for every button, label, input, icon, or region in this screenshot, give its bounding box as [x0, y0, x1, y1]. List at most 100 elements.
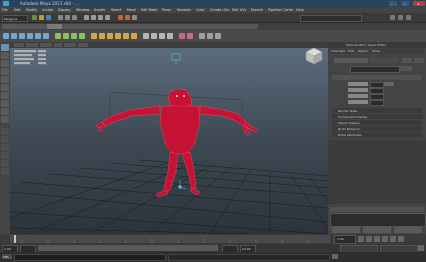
channel-box-menu-object[interactable]: Object — [358, 49, 368, 53]
shelf-tab-paintfx[interactable] — [137, 24, 153, 29]
menu-edit-uvs[interactable]: Edit UVs — [232, 8, 246, 12]
harden-edge-icon[interactable] — [215, 33, 221, 39]
rotate-tool-icon[interactable] — [1, 76, 9, 83]
go-to-start-button[interactable] — [358, 236, 364, 242]
attr-slider-divisions[interactable] — [384, 82, 394, 86]
hypershade-layout-icon[interactable] — [1, 160, 9, 167]
open-scene-icon[interactable] — [39, 15, 44, 20]
script-editor-icon[interactable] — [332, 254, 338, 259]
insert-edge-loop-icon[interactable] — [123, 33, 129, 39]
menu-display[interactable]: Display — [58, 8, 71, 12]
time-slider[interactable]: 1.00 — [0, 234, 426, 244]
select-tool-icon[interactable] — [1, 44, 9, 51]
channel-box-menu-channels[interactable]: Channels — [331, 49, 345, 53]
command-language-toggle[interactable]: MEL — [2, 254, 12, 259]
menu-normals[interactable]: Normals — [177, 8, 191, 12]
snap-grid-icon[interactable] — [84, 15, 89, 20]
node-name-field[interactable] — [350, 66, 400, 73]
ipr-render-icon[interactable] — [125, 15, 130, 20]
snap-curve-icon[interactable] — [91, 15, 96, 20]
persp-outliner-layout-icon[interactable] — [1, 144, 9, 151]
section-object-display[interactable]: Object Display — [332, 120, 422, 125]
red-character-model[interactable] — [95, 88, 259, 198]
shelf-tab-subdivs[interactable] — [62, 24, 78, 29]
attr-field-continuity[interactable] — [370, 100, 384, 106]
range-slider-bar[interactable] — [38, 245, 218, 251]
section-extra-attributes[interactable]: Extra Attributes — [332, 132, 422, 137]
poly-plane-icon[interactable] — [35, 33, 41, 39]
four-view-layout-icon[interactable] — [1, 136, 9, 143]
channel-box-menu-show[interactable]: Show — [372, 49, 380, 53]
step-forward-button[interactable] — [390, 236, 396, 242]
mirror-geometry-icon[interactable] — [199, 33, 205, 39]
append-polygon-icon[interactable] — [107, 33, 113, 39]
shelf-tab-polygons[interactable] — [47, 24, 63, 29]
shelf-tab-dynamics[interactable] — [107, 24, 123, 29]
current-frame-field[interactable]: 1.00 — [334, 235, 356, 244]
spherical-mapping-icon[interactable] — [159, 33, 165, 39]
menu-file[interactable]: File — [2, 8, 8, 12]
poly-torus-icon[interactable] — [43, 33, 49, 39]
minimize-button[interactable]: _ — [389, 1, 397, 6]
split-polygon-icon[interactable] — [115, 33, 121, 39]
smooth-icon[interactable] — [79, 33, 85, 39]
quick-select-field[interactable] — [300, 15, 362, 22]
render-icon[interactable] — [118, 15, 123, 20]
sculpt-tool-icon[interactable] — [179, 33, 185, 39]
close-button[interactable]: × — [413, 1, 425, 6]
automatic-mapping-icon[interactable] — [167, 33, 173, 39]
menu-assets[interactable]: Assets — [94, 8, 105, 12]
offset-edge-loop-icon[interactable] — [131, 33, 137, 39]
universal-manipulator-icon[interactable] — [1, 92, 9, 99]
paint-weights-icon[interactable] — [187, 33, 193, 39]
node-tab-material[interactable] — [370, 58, 398, 63]
snap-point-icon[interactable] — [98, 15, 103, 20]
shelf-tab-curves[interactable] — [17, 24, 33, 29]
shelf-tab-hair[interactable] — [212, 24, 228, 29]
channel-box-menu-edit[interactable]: Edit — [348, 49, 354, 53]
shelf-tab-muscle[interactable] — [167, 24, 183, 29]
shelf-tab-surfaces[interactable] — [32, 24, 48, 29]
notes-field[interactable] — [330, 213, 426, 227]
shelf-tab-fluids[interactable] — [182, 24, 198, 29]
play-backward-button[interactable] — [374, 236, 380, 242]
select-component-icon[interactable] — [72, 15, 77, 20]
node-tab-shape[interactable] — [334, 58, 368, 63]
select-hierarchy-icon[interactable] — [58, 15, 63, 20]
menu-mesh[interactable]: Mesh — [127, 8, 136, 12]
snap-plane-icon[interactable] — [105, 15, 110, 20]
menu-select[interactable]: Select — [111, 8, 121, 12]
section-component-display[interactable]: Component Display — [332, 114, 422, 119]
persp-graph-layout-icon[interactable] — [1, 152, 9, 159]
last-tool-used-icon[interactable] — [1, 116, 9, 123]
menu-window[interactable]: Window — [76, 8, 89, 12]
single-perspective-layout-icon[interactable] — [1, 128, 9, 135]
shelf-tab-general[interactable] — [2, 24, 18, 29]
play-forward-button[interactable] — [382, 236, 388, 242]
separate-icon[interactable] — [63, 33, 69, 39]
section-header-mesh-controls[interactable] — [332, 75, 422, 80]
menu-color[interactable]: Color — [196, 8, 205, 12]
select-object-icon[interactable] — [65, 15, 70, 20]
scale-tool-icon[interactable] — [1, 84, 9, 91]
lasso-tool-icon[interactable] — [1, 52, 9, 59]
extract-icon[interactable] — [71, 33, 77, 39]
render-settings-icon[interactable] — [132, 15, 137, 20]
menu-pipeline-cache[interactable]: Pipeline Cache — [268, 8, 293, 12]
menu-create[interactable]: Create — [42, 8, 53, 12]
menu-edit[interactable]: Edit — [14, 8, 21, 12]
load-attributes-button[interactable] — [363, 227, 391, 233]
show-manipulator-icon[interactable] — [1, 108, 9, 115]
toggle-attribute-editor-icon[interactable] — [390, 15, 395, 20]
planar-mapping-icon[interactable] — [143, 33, 149, 39]
menu-muscle[interactable]: Muscle — [251, 8, 263, 12]
copy-tab-button[interactable] — [394, 227, 422, 233]
show-button[interactable] — [400, 66, 412, 71]
shelf-tab-deformation[interactable] — [77, 24, 93, 29]
shelf-tab-fur[interactable] — [197, 24, 213, 29]
menu-proxy[interactable]: Proxy — [162, 8, 171, 12]
perspective-viewport[interactable] — [10, 42, 328, 234]
shelf-tab-animation[interactable] — [92, 24, 108, 29]
select-button[interactable] — [332, 227, 360, 233]
bridge-icon[interactable] — [99, 33, 105, 39]
